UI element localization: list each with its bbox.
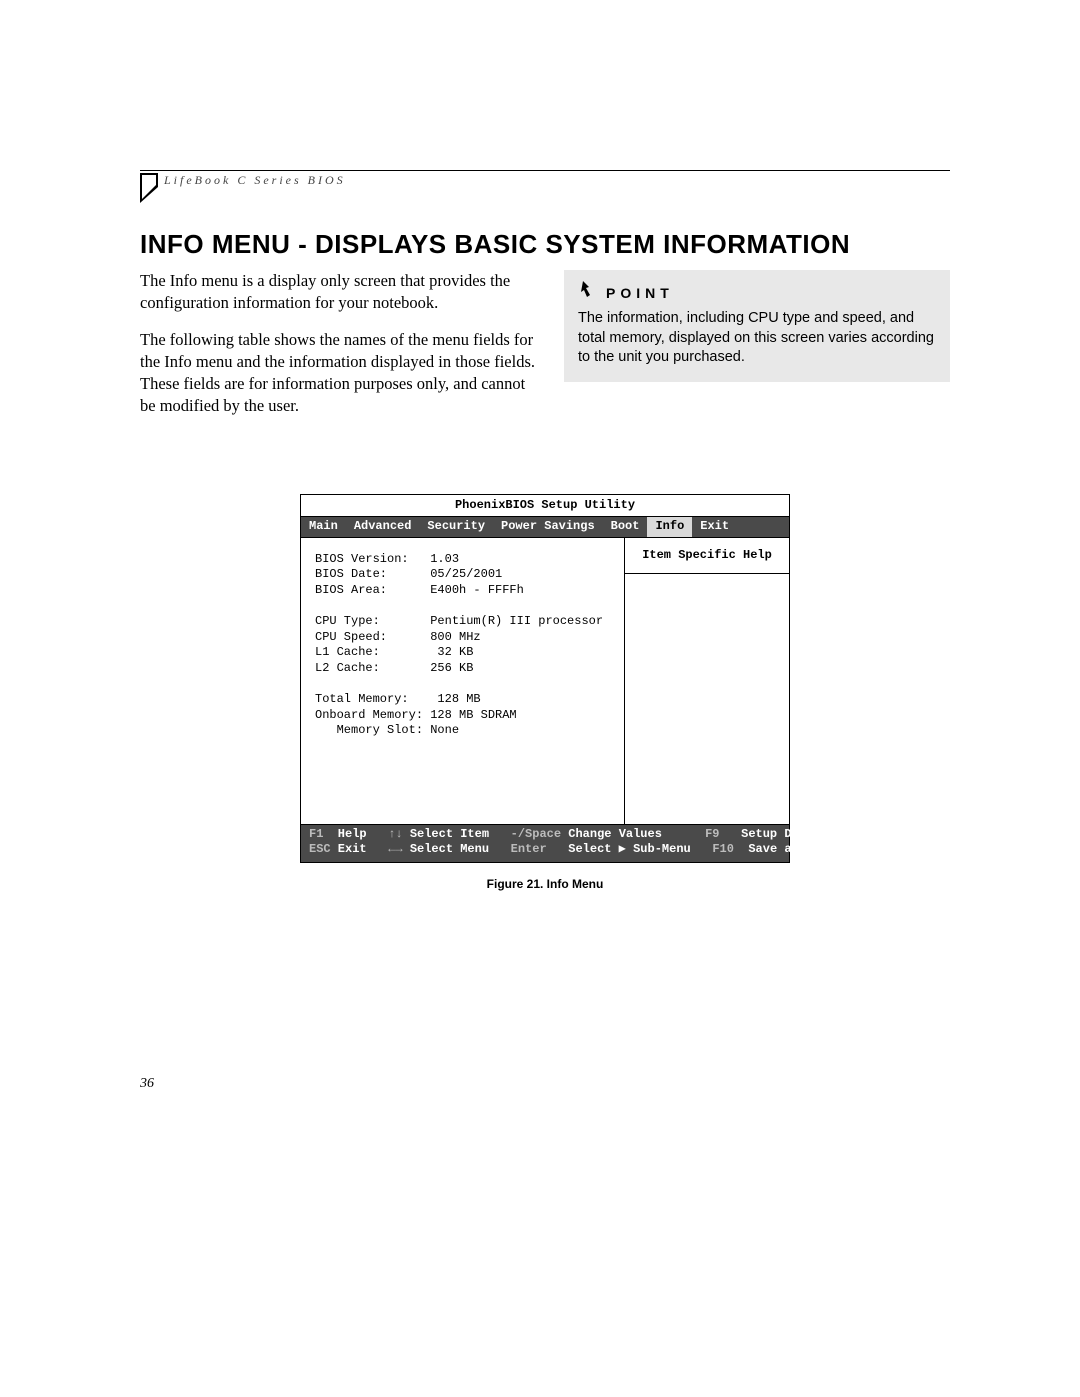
header-tab-icon xyxy=(140,173,158,203)
paragraph-1: The Info menu is a display only screen t… xyxy=(140,270,540,315)
bios-menu-item-main[interactable]: Main xyxy=(301,517,346,537)
body-text-column: The Info menu is a display only screen t… xyxy=(140,270,540,432)
bios-menu-item-security[interactable]: Security xyxy=(419,517,493,537)
bios-menu-item-info[interactable]: Info xyxy=(647,517,692,537)
page-number: 36 xyxy=(140,1076,154,1092)
point-callout: POINT The information, including CPU typ… xyxy=(564,270,950,382)
bios-title: PhoenixBIOS Setup Utility xyxy=(301,495,789,518)
manual-page: LifeBook C Series BIOS INFO MENU - DISPL… xyxy=(140,170,950,891)
bios-menu-item-advanced[interactable]: Advanced xyxy=(346,517,420,537)
paragraph-2: The following table shows the names of t… xyxy=(140,329,540,418)
two-column-layout: The Info menu is a display only screen t… xyxy=(140,270,950,432)
bios-menu-item-boot[interactable]: Boot xyxy=(603,517,648,537)
running-head: LifeBook C Series BIOS xyxy=(164,173,346,188)
bios-body: BIOS Version: 1.03 BIOS Date: 05/25/2001… xyxy=(301,538,789,825)
bios-help-pane: Item Specific Help xyxy=(624,538,789,824)
bios-info-fields: BIOS Version: 1.03 BIOS Date: 05/25/2001… xyxy=(301,538,624,824)
point-text: The information, including CPU type and … xyxy=(578,309,936,368)
bios-menu-bar: MainAdvancedSecurityPower SavingsBootInf… xyxy=(301,517,789,538)
page-title: INFO MENU - DISPLAYS BASIC SYSTEM INFORM… xyxy=(140,229,950,260)
bios-menu-item-power-savings[interactable]: Power Savings xyxy=(493,517,603,537)
point-label: POINT xyxy=(606,285,674,301)
bios-help-title: Item Specific Help xyxy=(625,538,789,575)
top-rule xyxy=(140,170,950,171)
bios-figure: PhoenixBIOS Setup Utility MainAdvancedSe… xyxy=(300,494,790,891)
running-head-row: LifeBook C Series BIOS xyxy=(140,173,950,195)
bios-footer-keys: F1 Help ↑↓ Select Item -/Space Change Va… xyxy=(301,825,789,862)
point-column: POINT The information, including CPU typ… xyxy=(564,270,950,432)
pointer-icon xyxy=(578,280,598,305)
figure-caption: Figure 21. Info Menu xyxy=(300,877,790,891)
bios-menu-item-exit[interactable]: Exit xyxy=(692,517,737,537)
bios-screen: PhoenixBIOS Setup Utility MainAdvancedSe… xyxy=(300,494,790,863)
